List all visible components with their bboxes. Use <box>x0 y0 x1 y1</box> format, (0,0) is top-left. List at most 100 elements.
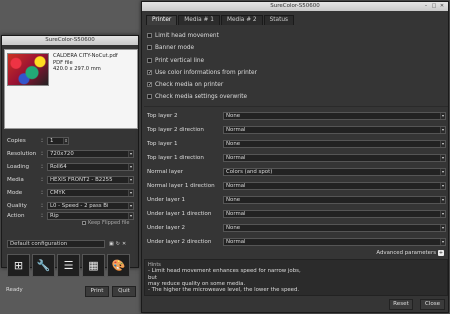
normal-layer-row: Normal layer Colors (and spot) ▾ <box>147 168 446 176</box>
chevron-down-icon: ▾ <box>440 127 445 133</box>
action-select[interactable]: Rip ▾ <box>47 212 134 220</box>
hints-panel: Hints - Limit head movement enhances spe… <box>144 259 448 296</box>
quit-button[interactable]: Quit <box>112 286 136 297</box>
print-vertical-line-checkbox[interactable]: Print vertical line <box>147 57 204 65</box>
resolution-row: Resolution : 720x720 ▾ <box>7 150 134 158</box>
tab-media-1[interactable]: Media # 1 <box>178 15 220 25</box>
banner-mode-checkbox[interactable]: Banner mode <box>147 44 194 52</box>
under-layer-2-direction-select[interactable]: Normal ▾ <box>223 238 446 246</box>
normal-layer-direction-select[interactable]: Normal ▾ <box>223 182 446 190</box>
under-layer-1-row: Under layer 1 None ▾ <box>147 196 446 204</box>
chevron-down-icon: ▾ <box>128 190 133 196</box>
under-layer-2-row: Under layer 2 None ▾ <box>147 224 446 232</box>
copies-label: Copies <box>7 138 26 144</box>
hint-line: - The higher the microweave level, the l… <box>148 287 300 294</box>
use-color-info-checkbox[interactable]: Use color informations from printer <box>147 69 257 77</box>
minimize-icon[interactable]: – <box>423 3 429 9</box>
file-name: CALDERA CITY-NoCut.pdf <box>53 53 118 59</box>
chevron-down-icon: ▾ <box>128 213 133 219</box>
under-layer-1-direction-row: Under layer 1 direction Normal ▾ <box>147 210 446 218</box>
color-swatch-icon: ▦ <box>88 259 99 272</box>
top-layer-2-row: Top layer 2 None ▾ <box>147 112 446 120</box>
tab-bar: Printer Media # 1 Media # 2 Status <box>146 15 295 25</box>
divider <box>144 106 448 107</box>
loading-row: Loading : Roll64 ▾ <box>7 163 134 171</box>
copies-stepper[interactable]: 1 ⇕ <box>47 137 69 145</box>
media-select[interactable]: HEXIS FRONT2 - B2255 ▾ <box>47 176 134 184</box>
checkbox-box[interactable] <box>82 220 86 225</box>
main-print-window: SureColor-S50600 CALDERA CITY-NoCut.pdf … <box>1 35 139 297</box>
quality-select[interactable]: L0 - Speed - 2 pass Bi ▾ <box>47 202 134 210</box>
mode-row: Mode : CMYK ▾ <box>7 189 134 197</box>
file-preview-panel[interactable]: CALDERA CITY-NoCut.pdf PDF file 420.0 x … <box>4 49 138 129</box>
left-titlebar: SureColor-S50600 <box>2 36 138 45</box>
queue-button[interactable]: ☰ <box>57 254 80 277</box>
save-icon[interactable]: ▣ <box>109 241 114 247</box>
under-layer-2-direction-row: Under layer 2 direction Normal ▾ <box>147 238 446 246</box>
media-row: Media : HEXIS FRONT2 - B2255 ▾ <box>7 176 134 184</box>
config-actions: ▣ ↻ ✕ <box>109 241 126 247</box>
chevron-down-icon: ▾ <box>128 177 133 183</box>
mode-select[interactable]: CMYK ▾ <box>47 189 134 197</box>
file-info: CALDERA CITY-NoCut.pdf PDF file 420.0 x … <box>53 53 118 73</box>
chevron-down-icon: ▾ <box>128 151 133 157</box>
under-layer-1-select[interactable]: None ▾ <box>223 196 446 204</box>
tab-printer[interactable]: Printer <box>146 15 178 25</box>
reset-button[interactable]: Reset <box>389 299 413 310</box>
chevron-down-icon: ▾ <box>128 164 133 170</box>
close-button[interactable]: Close <box>420 299 445 310</box>
tool-bar: ⊞ 🔧 ☰ ▦ 🎨 <box>7 254 130 277</box>
delete-icon[interactable]: ✕ <box>122 241 126 247</box>
close-icon[interactable]: ✕ <box>439 3 445 9</box>
palette-icon: 🎨 <box>111 259 126 272</box>
top-layer-1-direction-row: Top layer 1 direction Normal ▾ <box>147 154 446 162</box>
check-media-checkbox[interactable]: Check media on printer <box>147 81 223 89</box>
top-layer-2-direction-row: Top layer 2 direction Normal ▾ <box>147 126 446 134</box>
right-titlebar: SureColor-S50600 – □ ✕ <box>142 2 448 11</box>
loading-select[interactable]: Roll64 ▾ <box>47 163 134 171</box>
top-layer-1-row: Top layer 1 None ▾ <box>147 140 446 148</box>
list-icon: ☰ <box>63 259 74 272</box>
status-text: Ready <box>6 287 23 293</box>
refresh-icon[interactable]: ↻ <box>116 241 120 247</box>
tab-status[interactable]: Status <box>263 15 295 25</box>
chevron-down-icon: ▾ <box>440 155 445 161</box>
chevron-down-icon: ▾ <box>440 239 445 245</box>
advanced-parameters-toggle[interactable]: Advanced parameters + <box>376 250 444 256</box>
chevron-down-icon: ▾ <box>440 113 445 119</box>
copies-row: Copies : 1 ⇕ <box>7 137 69 145</box>
printer-settings-window: SureColor-S50600 – □ ✕ Printer Media # 1… <box>141 1 449 313</box>
normal-layer-direction-row: Normal layer 1 direction Normal ▾ <box>147 182 446 190</box>
chevron-down-icon: ▾ <box>440 197 445 203</box>
chevron-down-icon: ▾ <box>440 211 445 217</box>
limit-head-movement-checkbox[interactable]: Limit head movement <box>147 32 219 40</box>
plus-icon[interactable]: + <box>438 250 444 256</box>
chevron-down-icon: ▾ <box>440 141 445 147</box>
under-layer-1-direction-select[interactable]: Normal ▾ <box>223 210 446 218</box>
normal-layer-select[interactable]: Colors (and spot) ▾ <box>223 168 446 176</box>
quality-row: Quality : L0 - Speed - 2 pass Bi ▾ <box>7 202 134 210</box>
tab-media-2[interactable]: Media # 2 <box>220 15 263 25</box>
swatches-button[interactable]: ▦ <box>82 254 105 277</box>
action-row: Action : Rip ▾ <box>7 212 134 220</box>
stepper-arrows-icon[interactable]: ⇕ <box>63 138 68 144</box>
top-layer-1-direction-select[interactable]: Normal ▾ <box>223 154 446 162</box>
top-layer-2-direction-select[interactable]: Normal ▾ <box>223 126 446 134</box>
palette-button[interactable]: 🎨 <box>107 254 130 277</box>
file-size: 420.0 x 297.0 mm <box>53 66 101 72</box>
print-button[interactable]: Print <box>85 286 109 297</box>
maximize-icon[interactable]: □ <box>431 3 437 9</box>
settings-button[interactable]: 🔧 <box>32 254 55 277</box>
check-media-overwrite-checkbox[interactable]: Check media settings overwrite <box>147 93 247 101</box>
left-window-title: SureColor-S50600 <box>45 37 95 43</box>
wrench-icon: 🔧 <box>36 259 51 272</box>
configuration-select[interactable]: Default configuration <box>7 240 105 248</box>
resolution-select[interactable]: 720x720 ▾ <box>47 150 134 158</box>
file-thumbnail <box>7 53 49 86</box>
add-file-button[interactable]: ⊞ <box>7 254 30 277</box>
under-layer-2-select[interactable]: None ▾ <box>223 224 446 232</box>
chevron-down-icon: ▾ <box>440 169 445 175</box>
top-layer-2-select[interactable]: None ▾ <box>223 112 446 120</box>
keep-flipped-checkbox[interactable]: Keep Flipped file <box>82 220 129 226</box>
top-layer-1-select[interactable]: None ▾ <box>223 140 446 148</box>
